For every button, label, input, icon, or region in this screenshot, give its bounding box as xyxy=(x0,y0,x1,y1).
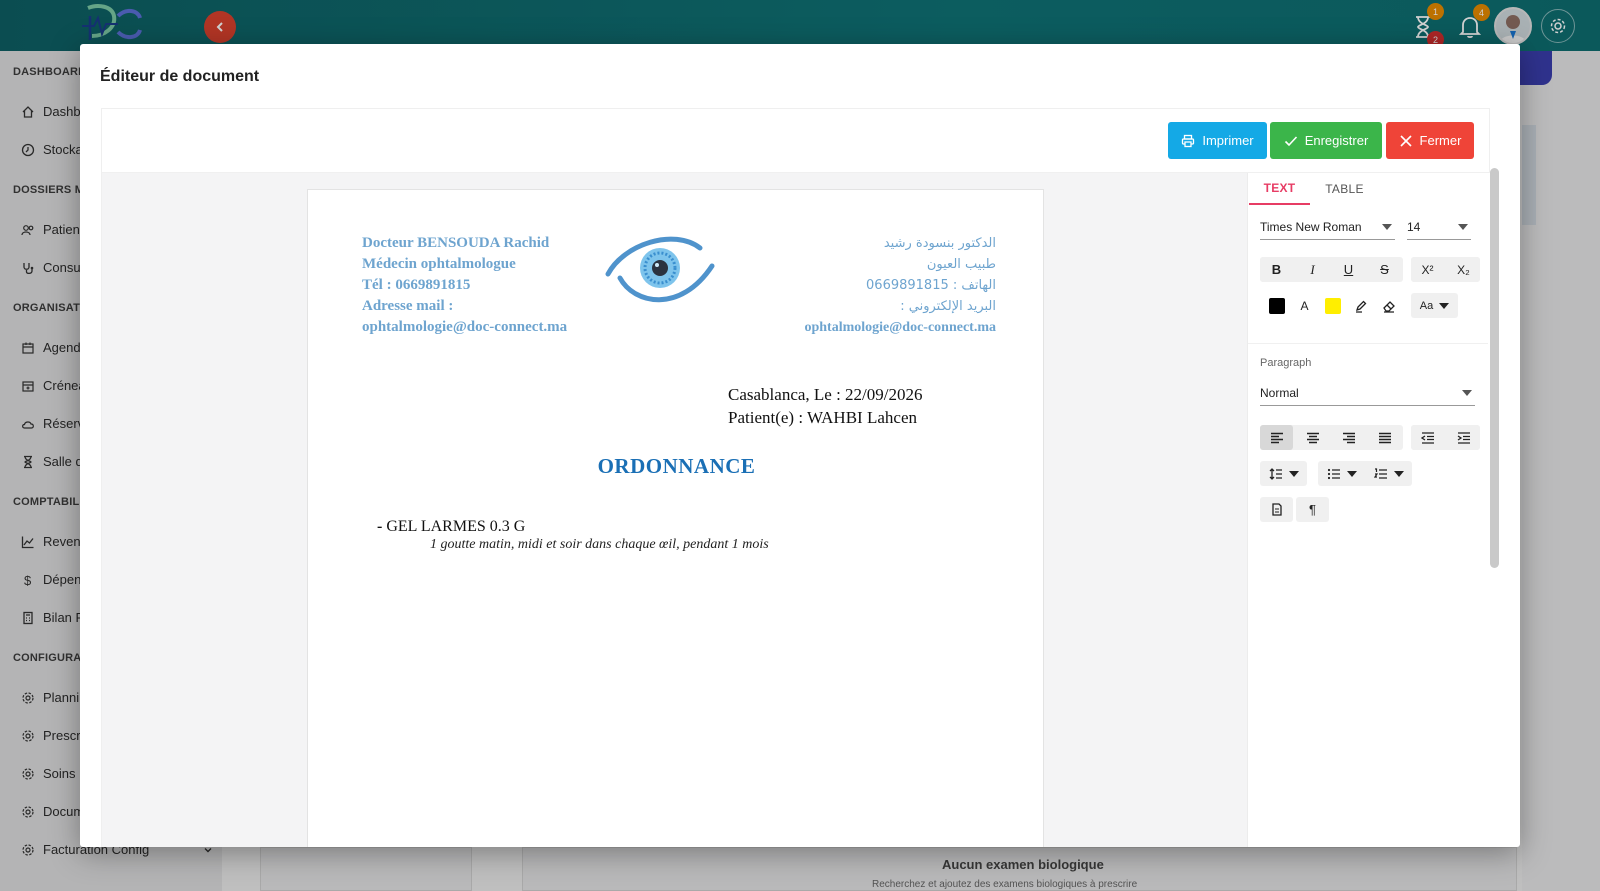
chevron-down-icon xyxy=(1288,470,1299,477)
document-page[interactable]: Docteur BENSOUDA Rachid Médecin ophtalmo… xyxy=(307,189,1044,847)
strikethrough-button[interactable]: S xyxy=(1368,257,1401,282)
document-canvas[interactable]: Docteur BENSOUDA Rachid Médecin ophtalmo… xyxy=(102,173,1247,847)
clear-format-button[interactable] xyxy=(1372,293,1405,318)
paragraph-style-value: Normal xyxy=(1260,385,1299,400)
panel-divider xyxy=(1248,343,1488,344)
place-and-date: Casablanca, Le : 22/09/2026 Patient(e) :… xyxy=(728,383,923,429)
font-family-select[interactable]: Times New Roman xyxy=(1260,214,1395,240)
outdent-icon xyxy=(1420,431,1434,444)
doctor-name: Docteur BENSOUDA Rachid xyxy=(362,235,550,251)
editor-scrollbar[interactable] xyxy=(1490,168,1499,568)
chevron-down-icon xyxy=(1458,223,1468,230)
superscript-button[interactable]: X² xyxy=(1411,257,1444,282)
medication-instruction: 1 goutte matin, midi et soir dans chaque… xyxy=(430,537,769,552)
align-justify-icon xyxy=(1378,432,1391,443)
subscript-button[interactable]: X₂ xyxy=(1447,257,1480,282)
align-center-button[interactable] xyxy=(1296,425,1329,450)
italic-button[interactable]: I xyxy=(1296,257,1329,282)
bold-button[interactable]: B xyxy=(1260,257,1293,282)
place-date-line: Casablanca, Le : 22/09/2026 xyxy=(728,385,923,404)
medication-name: GEL LARMES 0.3 G xyxy=(386,518,526,535)
patient-line: Patient(e) : WAHBI Lahcen xyxy=(728,408,917,427)
print-button-label: Imprimer xyxy=(1202,133,1254,148)
align-center-icon xyxy=(1306,432,1319,443)
numbered-list-button[interactable] xyxy=(1365,461,1412,486)
chevron-down-icon xyxy=(1462,389,1472,396)
doctor-phone-ar: الهاتف : 0669891815 xyxy=(866,278,996,293)
modal-title: Éditeur de document xyxy=(100,68,260,85)
align-right-icon xyxy=(1342,432,1355,443)
font-size-select[interactable]: 14 xyxy=(1407,214,1471,240)
save-button[interactable]: Enregistrer xyxy=(1270,122,1382,159)
numbered-list-icon xyxy=(1373,467,1387,479)
doctor-phone: Tél : 0669891815 xyxy=(362,277,471,293)
document-editor-modal: Éditeur de document Imprimer Enregistrer… xyxy=(80,44,1520,847)
underline-button[interactable]: U xyxy=(1332,257,1365,282)
paragraph-label: Paragraph xyxy=(1260,357,1312,369)
document-title: ORDONNANCE xyxy=(597,454,756,478)
bullet-list-icon xyxy=(1327,468,1340,479)
editor-action-bar: Imprimer Enregistrer Fermer xyxy=(102,109,1491,173)
document-icon xyxy=(1271,503,1282,516)
eye-logo-icon xyxy=(605,236,715,303)
medication-bullet: - xyxy=(377,518,383,535)
align-right-button[interactable] xyxy=(1332,425,1365,450)
check-icon xyxy=(1284,135,1297,146)
line-spacing-button[interactable] xyxy=(1260,461,1307,486)
outdent-button[interactable] xyxy=(1411,425,1444,450)
doctor-email: ophtalmologie@doc-connect.ma xyxy=(362,319,568,335)
save-button-label: Enregistrer xyxy=(1304,133,1369,148)
doctor-email-label-ar: البريد الإلكتروني : xyxy=(900,299,996,314)
highlighter-icon xyxy=(1355,300,1366,313)
doctor-header-fr: Docteur BENSOUDA Rachid Médecin ophtalmo… xyxy=(362,233,567,338)
chevron-down-icon xyxy=(1346,470,1357,477)
text-case-button[interactable]: Aa xyxy=(1411,293,1458,318)
bullet-list-button[interactable] xyxy=(1318,461,1365,486)
eraser-icon xyxy=(1382,300,1395,313)
printer-icon xyxy=(1182,134,1195,147)
close-button-label: Fermer xyxy=(1419,133,1462,148)
align-left-icon xyxy=(1270,432,1283,443)
font-size-value: 14 xyxy=(1407,219,1421,234)
chevron-down-icon xyxy=(1393,470,1404,477)
tab-table[interactable]: TABLE xyxy=(1314,173,1375,205)
doctor-specialty: Médecin ophtalmologue xyxy=(362,256,516,272)
close-icon xyxy=(1399,134,1412,147)
show-formatting-button[interactable]: ¶ xyxy=(1296,497,1329,522)
text-case-label: Aa xyxy=(1419,299,1434,312)
doctor-name-ar: الدكتور بنسودة رشيد xyxy=(883,236,996,251)
paragraph-style-select[interactable]: Normal xyxy=(1260,380,1475,406)
chevron-down-icon xyxy=(1382,223,1392,230)
tab-text[interactable]: TEXT xyxy=(1249,173,1310,205)
indent-icon xyxy=(1457,431,1470,444)
page-break-button[interactable] xyxy=(1260,497,1293,522)
chevron-down-icon xyxy=(1439,302,1450,309)
line-spacing-icon xyxy=(1269,467,1282,480)
close-button[interactable]: Fermer xyxy=(1386,122,1474,159)
document-editor: Imprimer Enregistrer Fermer Docteur BENS… xyxy=(101,108,1491,847)
indent-button[interactable] xyxy=(1447,425,1480,450)
doctor-header-ar: الدكتور بنسودة رشيد طبيب العيون الهاتف :… xyxy=(804,233,996,338)
text-color-swatch xyxy=(1268,297,1285,314)
align-left-button[interactable] xyxy=(1260,425,1293,450)
doctor-email-ar: ophtalmologie@doc-connect.ma xyxy=(804,320,996,335)
doctor-email-label: Adresse mail : xyxy=(362,298,454,314)
align-justify-button[interactable] xyxy=(1368,425,1401,450)
font-family-value: Times New Roman xyxy=(1260,219,1362,234)
doctor-specialty-ar: طبيب العيون xyxy=(926,257,996,272)
formatting-panel: TEXT TABLE Times New Roman 14 B I U S X²… xyxy=(1247,173,1491,847)
print-button[interactable]: Imprimer xyxy=(1168,122,1267,159)
medication-line: - GEL LARMES 0.3 G xyxy=(377,518,525,536)
highlight-swatch xyxy=(1324,297,1341,314)
